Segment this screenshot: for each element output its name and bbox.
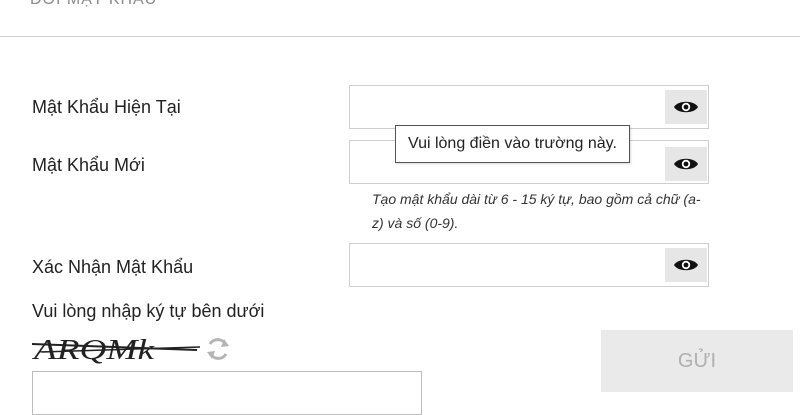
page-title: ĐỔI MẬT KHẨU bbox=[30, 0, 157, 9]
confirm-password-field bbox=[349, 243, 709, 287]
refresh-icon bbox=[207, 338, 229, 360]
eye-icon bbox=[674, 259, 698, 271]
submit-button[interactable]: GỬI bbox=[601, 330, 793, 392]
toggle-new-password-button[interactable] bbox=[665, 147, 707, 181]
validation-tooltip: Vui lòng điền vào trường này. bbox=[395, 125, 630, 163]
captcha-image: ARQMk bbox=[31, 330, 202, 366]
captcha-input[interactable] bbox=[32, 371, 422, 415]
current-password-label: Mật Khẩu Hiện Tại bbox=[32, 97, 181, 117]
confirm-password-label: Xác Nhận Mật Khẩu bbox=[32, 257, 194, 277]
captcha-label: Vui lòng nhập ký tự bên dưới bbox=[32, 301, 265, 321]
current-password-field bbox=[349, 85, 709, 129]
password-hint: Tạo mật khẩu dài từ 6 - 15 ký tự, bao gồ… bbox=[372, 191, 701, 231]
header-divider bbox=[0, 36, 800, 37]
toggle-current-password-button[interactable] bbox=[665, 90, 707, 124]
current-password-input[interactable] bbox=[350, 86, 660, 128]
refresh-captcha-button[interactable] bbox=[204, 336, 232, 362]
confirm-password-input[interactable] bbox=[350, 244, 660, 286]
eye-icon bbox=[674, 101, 698, 113]
eye-icon bbox=[674, 158, 698, 170]
new-password-label: Mật Khẩu Mới bbox=[32, 155, 145, 175]
toggle-confirm-password-button[interactable] bbox=[665, 248, 707, 282]
